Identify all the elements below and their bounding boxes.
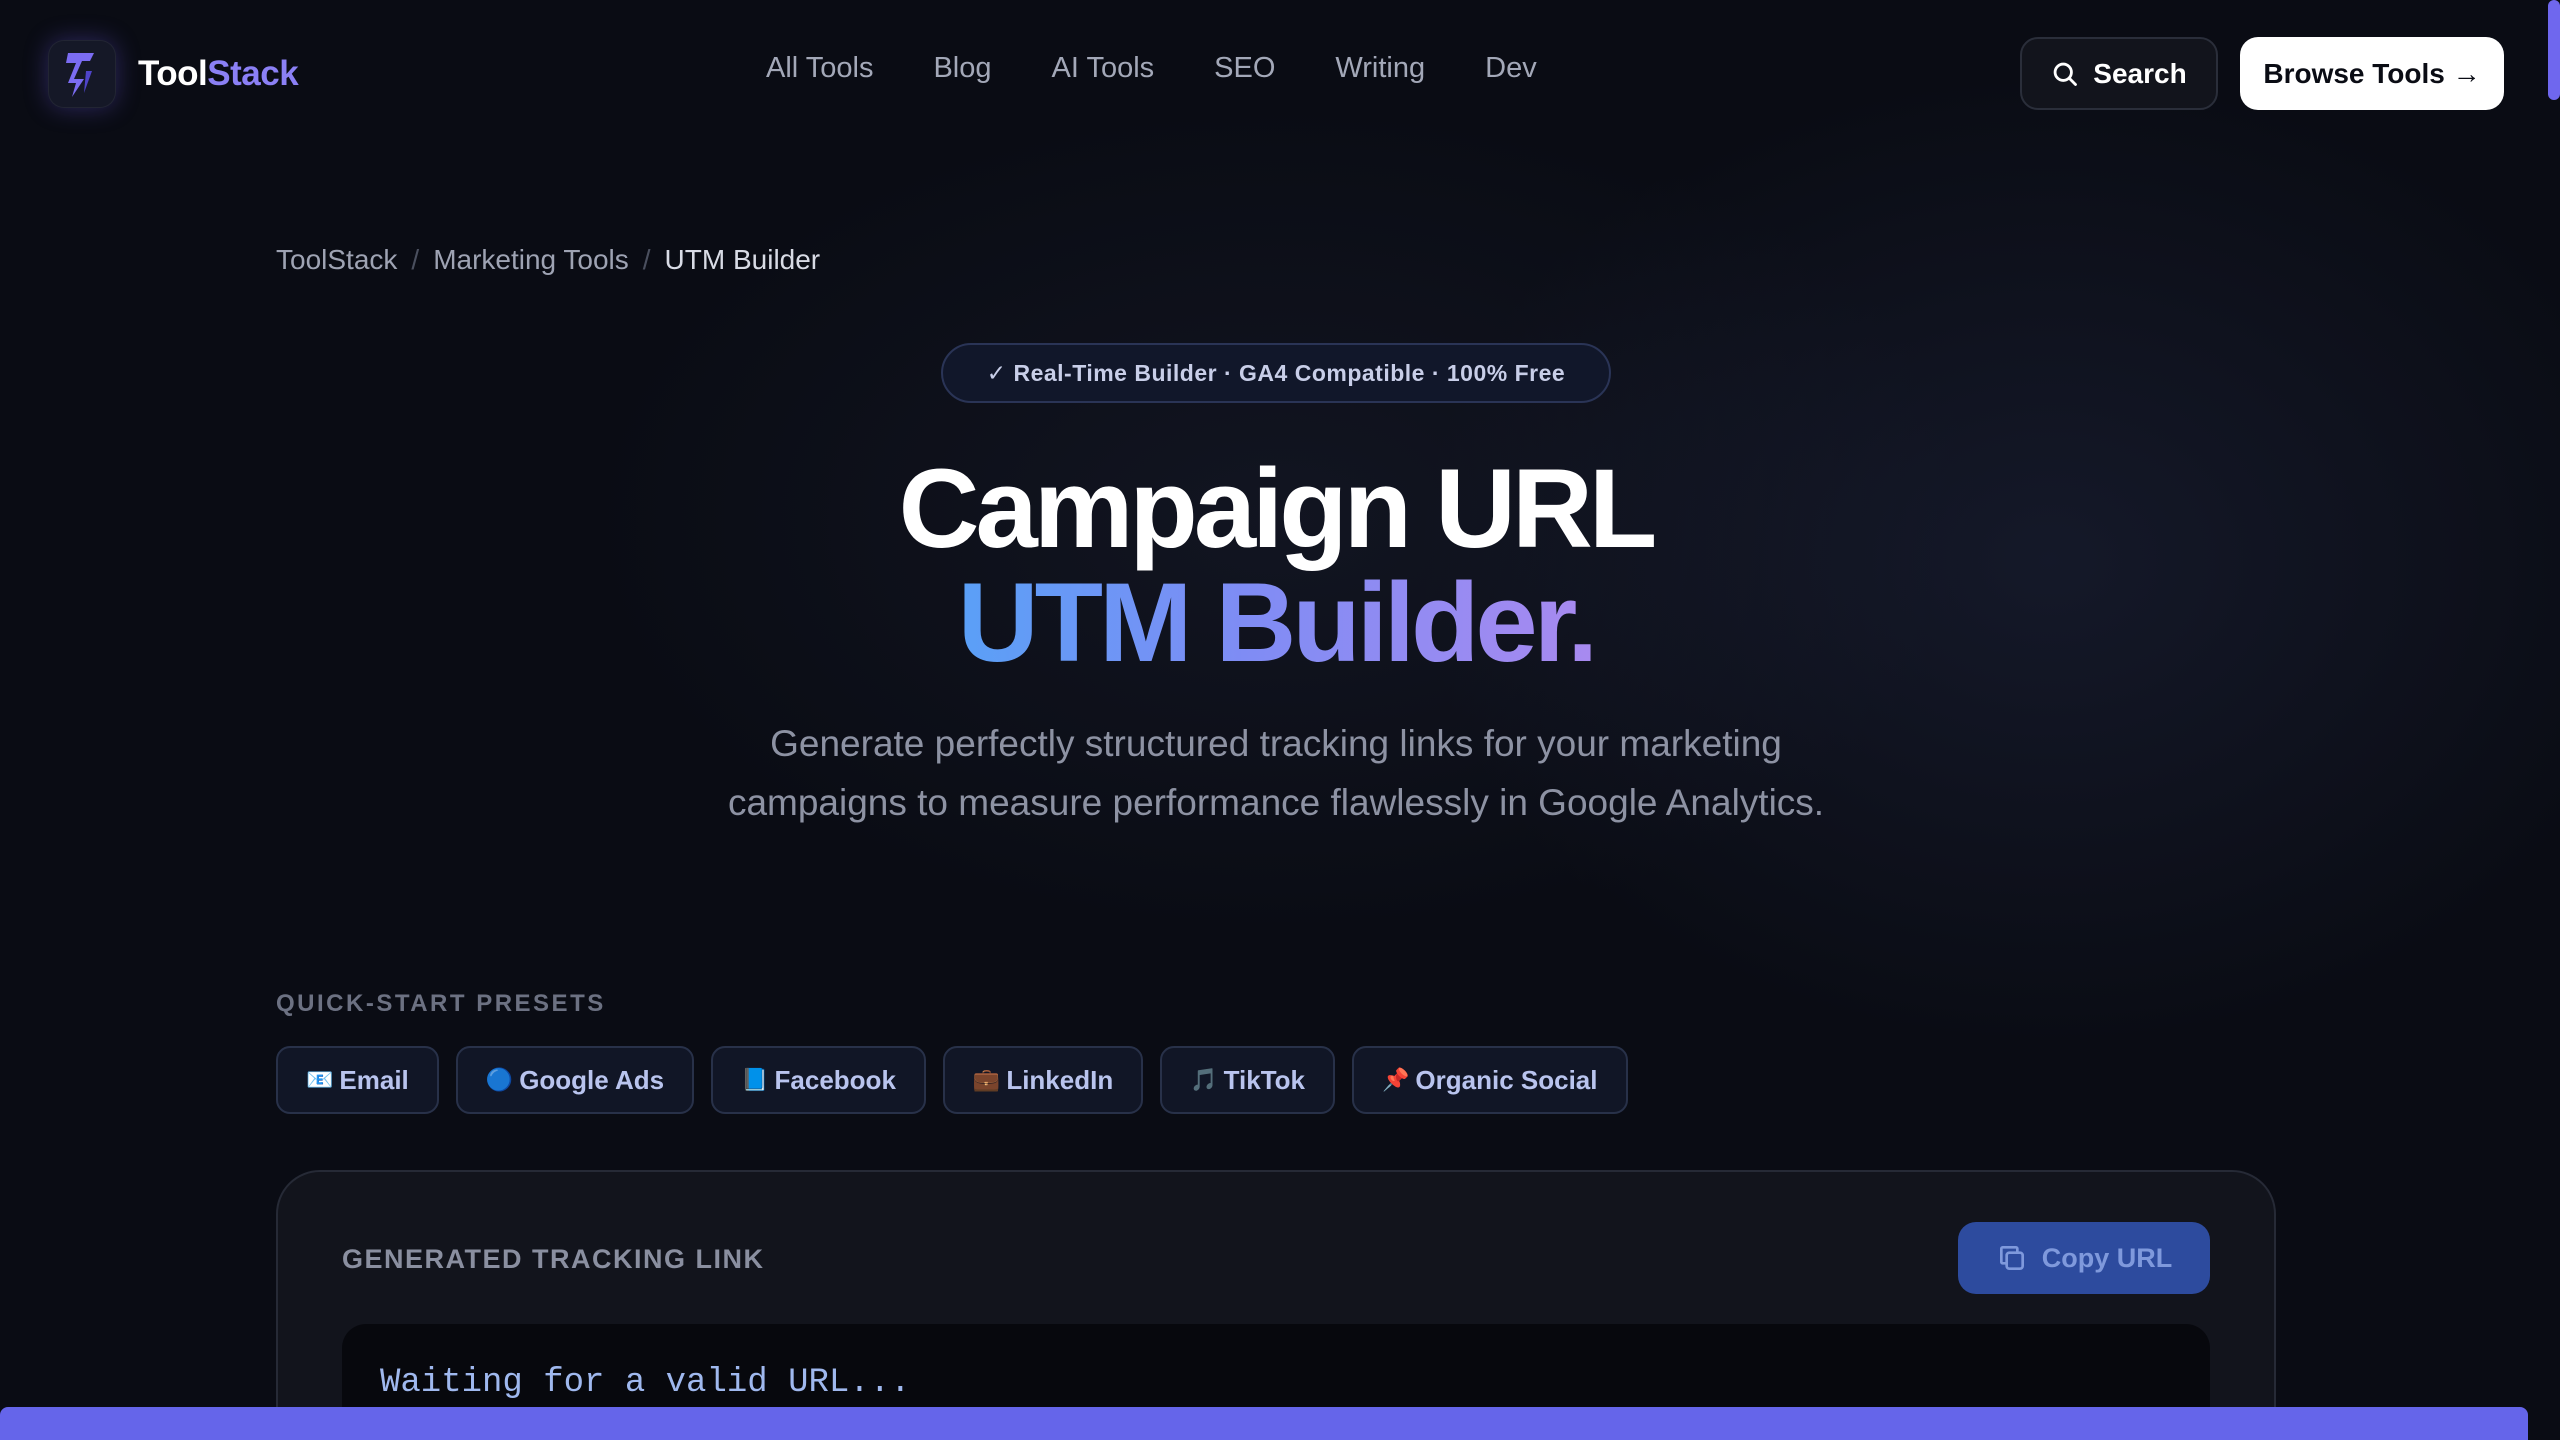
breadcrumb-item-category[interactable]: Marketing Tools xyxy=(433,244,629,276)
scrollbar-thumb[interactable] xyxy=(2548,0,2560,100)
nav-link-ai-tools[interactable]: AI Tools xyxy=(1052,52,1155,85)
preset-list: 📧 Email 🔵 Google Ads 📘 Facebook 💼 Linked… xyxy=(276,1046,1628,1114)
preset-tiktok-button[interactable]: 🎵 TikTok xyxy=(1160,1046,1336,1114)
generated-link-card: GENERATED TRACKING LINK Copy URL Waiting… xyxy=(276,1170,2276,1440)
page-subtitle: Generate perfectly structured tracking l… xyxy=(727,723,1825,823)
preset-linkedin-button[interactable]: 💼 LinkedIn xyxy=(942,1046,1144,1114)
brand-logo[interactable]: ToolStack xyxy=(48,40,299,108)
feature-badge: ✓ Real-Time Builder · GA4 Compatible · 1… xyxy=(941,343,1611,403)
envelope-icon: 📧 xyxy=(306,1067,334,1092)
browse-tools-button[interactable]: Browse Tools → xyxy=(2240,37,2504,110)
presets-label: QUICK-START PRESETS xyxy=(276,990,606,1017)
nav-link-dev[interactable]: Dev xyxy=(1485,52,1537,85)
book-icon: 📘 xyxy=(741,1067,769,1092)
breadcrumb-item-current: UTM Builder xyxy=(664,244,821,275)
search-button[interactable]: Search xyxy=(2020,37,2218,110)
preset-facebook-button[interactable]: 📘 Facebook xyxy=(711,1046,926,1114)
generated-link-label: GENERATED TRACKING LINK xyxy=(342,1244,765,1274)
preset-google-ads-button[interactable]: 🔵 Google Ads xyxy=(455,1046,695,1114)
lightning-icon xyxy=(48,40,116,108)
breadcrumb-item-home[interactable]: ToolStack xyxy=(276,244,397,276)
search-button-label: Search xyxy=(2093,57,2187,89)
blue-circle-icon: 🔵 xyxy=(485,1067,514,1092)
brand-name: ToolStack xyxy=(138,54,299,93)
copy-icon xyxy=(1999,1246,2024,1270)
copy-url-button[interactable]: Copy URL xyxy=(1958,1222,2210,1294)
nav-link-seo[interactable]: SEO xyxy=(1214,52,1275,85)
page-title-line1: Campaign URL xyxy=(898,446,1658,571)
music-note-icon: 🎵 xyxy=(1190,1067,1218,1092)
page-title: Campaign URL UTM Builder. xyxy=(0,452,2552,680)
top-navbar: ToolStack All Tools Blog AI Tools SEO Wr… xyxy=(0,0,2552,148)
pushpin-icon: 📌 xyxy=(1382,1067,1410,1092)
briefcase-icon: 💼 xyxy=(972,1067,1001,1092)
nav-link-all-tools[interactable]: All Tools xyxy=(766,52,873,85)
breadcrumb: ToolStack / Marketing Tools / UTM Builde… xyxy=(276,244,821,276)
nav-link-writing[interactable]: Writing xyxy=(1335,52,1425,85)
generated-url-text: Waiting for a valid URL... xyxy=(380,1364,911,1402)
page-title-line2: UTM Builder. xyxy=(957,560,1598,685)
preset-email-button[interactable]: 📧 Email xyxy=(276,1046,439,1114)
nav-links: All Tools Blog AI Tools SEO Writing Dev xyxy=(766,52,1537,85)
preset-organic-social-button[interactable]: 📌 Organic Social xyxy=(1352,1046,1628,1114)
nav-link-blog[interactable]: Blog xyxy=(933,52,991,85)
copy-url-label: Copy URL xyxy=(2041,1242,2173,1273)
search-icon xyxy=(2053,62,2078,86)
bottom-scroll-bar xyxy=(0,1407,2528,1440)
